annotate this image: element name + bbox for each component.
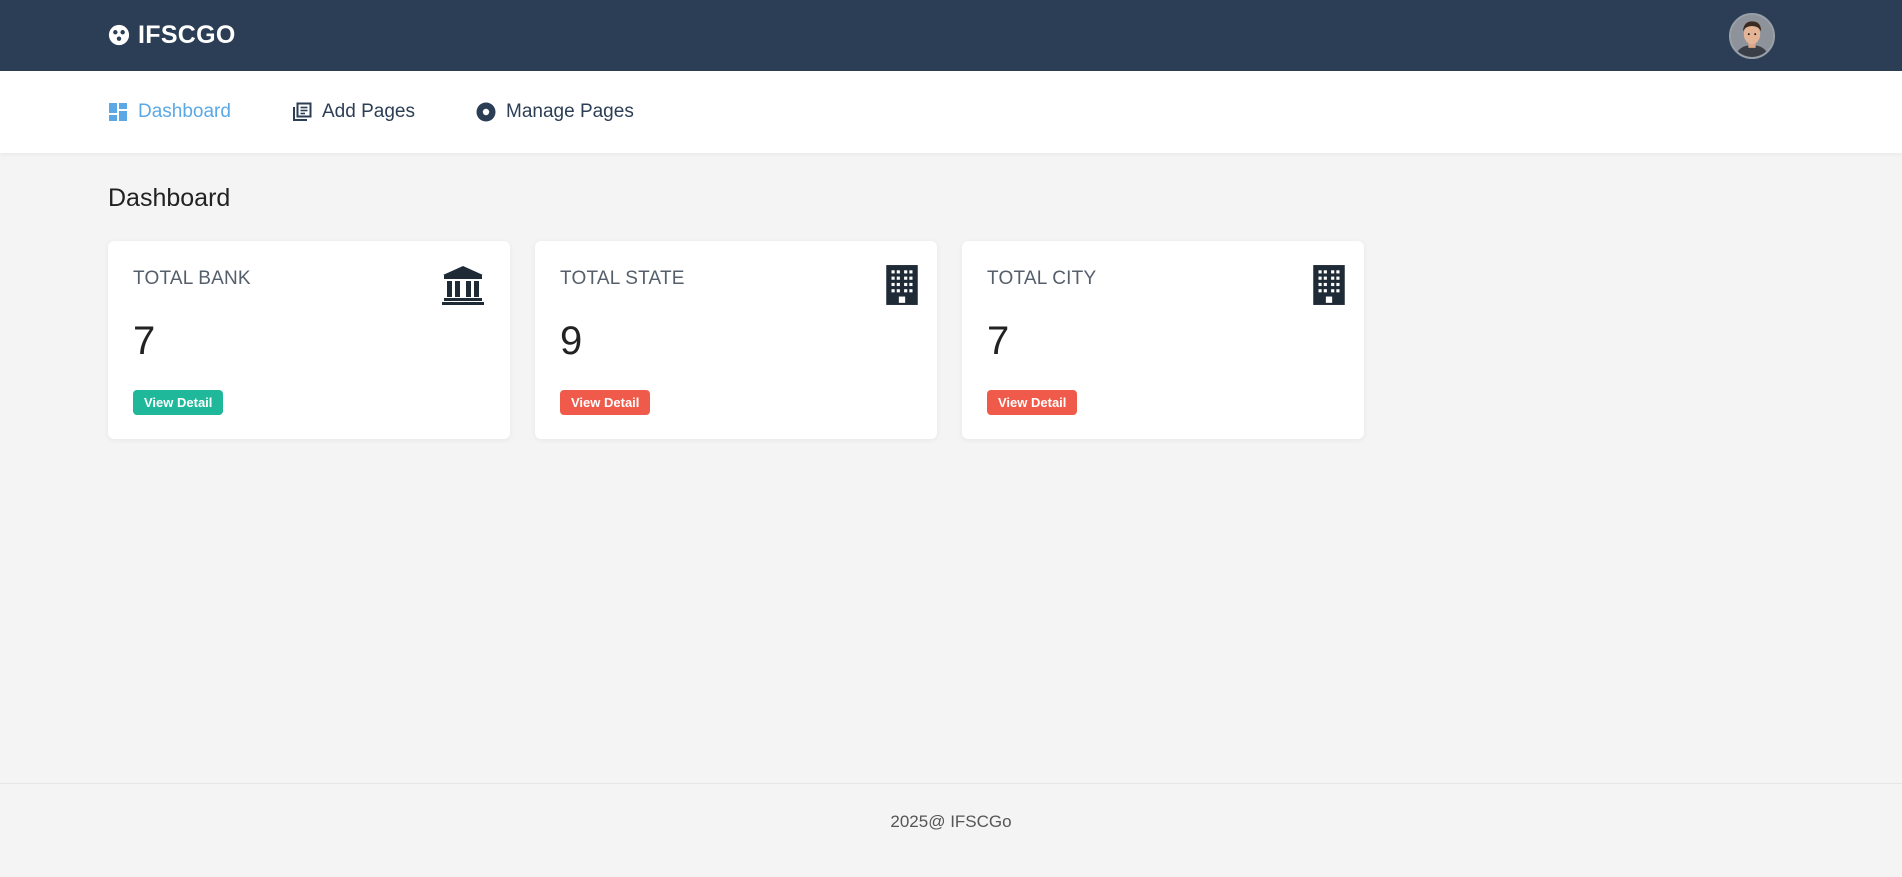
brand-logo[interactable]: IFSCGO: [108, 20, 236, 50]
nav-item-label: Manage Pages: [506, 101, 634, 122]
nav-item-manage-pages[interactable]: Manage Pages: [476, 99, 634, 125]
card-title: TOTAL STATE: [560, 268, 685, 289]
view-detail-button[interactable]: View Detail: [987, 390, 1078, 415]
card-value: 7: [987, 319, 1010, 363]
card-title: TOTAL CITY: [987, 268, 1097, 289]
nav-item-add-pages[interactable]: Add Pages: [292, 99, 415, 125]
top-header: IFSCGO: [0, 0, 1902, 71]
building-icon: [1313, 265, 1345, 305]
stat-card-total-bank: TOTAL BANK 7 View Detail: [108, 241, 510, 439]
main-nav: Dashboard Add Pages Manage Pages: [0, 71, 1902, 153]
stat-card-total-state: TOTAL STATE 9 View Detail: [535, 241, 937, 439]
building-icon: [886, 265, 918, 305]
circle-dots-logo-icon: [108, 24, 130, 46]
nav-item-label: Dashboard: [138, 101, 231, 122]
footer: 2025@ IFSCGo: [0, 783, 1902, 877]
view-detail-button[interactable]: View Detail: [560, 390, 651, 415]
bank-icon: [442, 266, 484, 305]
nav-item-label: Add Pages: [322, 101, 415, 122]
footer-copyright: 2025@ IFSCGo: [890, 812, 1012, 831]
view-detail-button[interactable]: View Detail: [133, 390, 224, 415]
card-value: 9: [560, 319, 583, 363]
stat-card-total-city: TOTAL CITY 7 View Detail: [962, 241, 1364, 439]
dashboard-icon: [109, 103, 127, 121]
page-title: Dashboard: [108, 184, 231, 212]
pages-icon: [293, 102, 312, 121]
card-value: 7: [133, 319, 156, 363]
user-avatar[interactable]: [1729, 13, 1775, 59]
record-icon: [476, 102, 496, 122]
brand-name: IFSCGO: [138, 20, 236, 49]
avatar-icon: [1731, 15, 1773, 57]
nav-item-dashboard[interactable]: Dashboard: [108, 99, 231, 125]
card-title: TOTAL BANK: [133, 268, 251, 289]
